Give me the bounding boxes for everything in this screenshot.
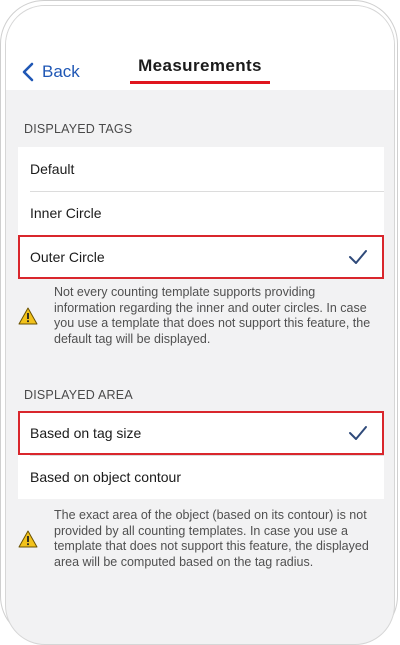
device-screen: Back Measurements DISPLAYED TAGS Default…: [5, 5, 395, 645]
note-text: The exact area of the object (based on i…: [54, 508, 369, 569]
option-label: Inner Circle: [30, 205, 102, 221]
displayed-area-group: Based on tag size Based on object contou…: [18, 411, 384, 499]
section-header-displayed-tags: DISPLAYED TAGS: [24, 122, 133, 136]
back-label: Back: [42, 62, 80, 81]
option-outer-circle[interactable]: Outer Circle: [18, 235, 384, 279]
navigation-bar: Back Measurements: [6, 6, 394, 90]
title-highlight-underline: [130, 81, 270, 84]
page-title: Measurements: [138, 56, 262, 75]
checkmark-icon: [349, 426, 367, 440]
option-inner-circle[interactable]: Inner Circle: [18, 191, 384, 235]
option-based-on-object-contour[interactable]: Based on object contour: [18, 455, 384, 499]
note-text: Not every counting template supports pro…: [54, 285, 371, 346]
warning-icon: [18, 530, 38, 548]
displayed-tags-group: Default Inner Circle Outer Circle: [18, 147, 384, 279]
option-based-on-tag-size[interactable]: Based on tag size: [18, 411, 384, 455]
option-default[interactable]: Default: [18, 147, 384, 191]
warning-icon-wrap: [18, 508, 42, 570]
back-button[interactable]: Back: [22, 58, 80, 86]
chevron-left-icon: [22, 62, 34, 82]
section-header-displayed-area: DISPLAYED AREA: [24, 388, 133, 402]
warning-icon-wrap: [18, 285, 42, 347]
option-label: Based on tag size: [30, 425, 142, 441]
warning-icon: [18, 307, 38, 325]
option-label: Outer Circle: [30, 249, 105, 265]
option-label: Based on object contour: [30, 469, 181, 485]
option-label: Default: [30, 161, 75, 177]
displayed-tags-note: Not every counting template supports pro…: [18, 285, 384, 347]
checkmark-icon: [349, 250, 367, 264]
displayed-area-note: The exact area of the object (based on i…: [18, 508, 384, 570]
